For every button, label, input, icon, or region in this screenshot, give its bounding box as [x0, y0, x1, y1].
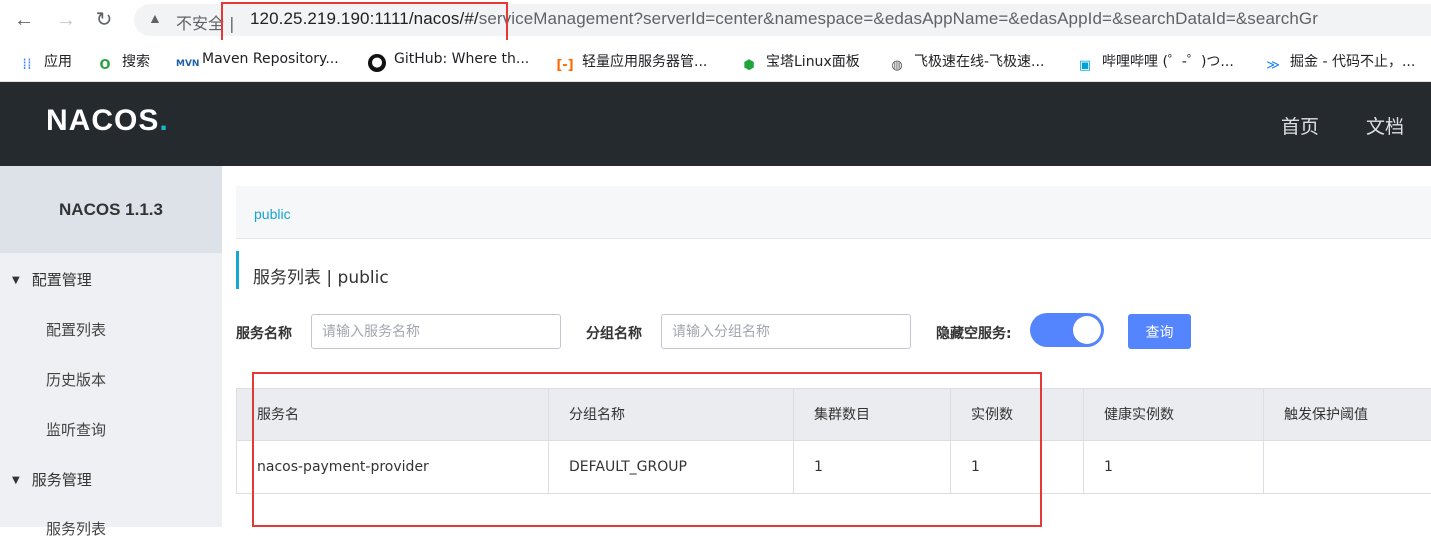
namespace-link-public[interactable]: public — [254, 206, 291, 222]
query-button[interactable]: 查询 — [1128, 314, 1191, 349]
sidebar-group-service[interactable]: ▼ 服务管理 — [12, 469, 92, 490]
group-name-label: 分组名称 — [586, 326, 642, 342]
highlight-box-table — [252, 372, 1042, 527]
bookmark-juejin[interactable]: ≫ 掘金 - 代码不止，... — [1264, 51, 1415, 73]
warning-icon: ▲ — [148, 10, 162, 26]
search-o-icon: O — [99, 58, 111, 73]
bookmark-maven[interactable]: MVN Maven Repository... — [176, 51, 339, 71]
maven-icon: MVN — [176, 59, 200, 69]
browser-toolbar: ← → ↻ ▲ 不安全 | 120.25.219.190:1111/nacos/… — [0, 0, 1431, 40]
bt-icon: ⬢ — [743, 58, 755, 73]
cell-healthy-count: 1 — [1084, 441, 1264, 493]
aliyun-icon: [-] — [556, 58, 574, 73]
hide-empty-label: 隐藏空服务: — [936, 326, 1012, 342]
nav-home-link[interactable]: 首页 — [1281, 112, 1319, 139]
reload-icon[interactable]: ↻ — [92, 8, 116, 32]
group-name-input[interactable] — [661, 314, 911, 349]
nacos-logo[interactable]: NACOS. — [46, 104, 169, 138]
back-arrow-icon[interactable]: ← — [12, 8, 36, 32]
hide-empty-toggle[interactable] — [1030, 313, 1104, 347]
col-header-threshold: 触发保护阈值 — [1264, 389, 1431, 440]
bilibili-icon: ▣ — [1078, 58, 1092, 73]
toggle-knob — [1073, 316, 1101, 344]
globe-icon: ◍ — [891, 58, 903, 73]
page-title-block: 服务列表 | public — [236, 251, 389, 289]
bookmark-feijisu[interactable]: ◍ 飞极速在线-飞极速... — [888, 51, 1044, 73]
sidebar-item-history[interactable]: 历史版本 — [46, 369, 106, 390]
bookmark-aliyun[interactable]: [-] 轻量应用服务器管... — [556, 51, 707, 73]
bookmark-github[interactable]: ● GitHub: Where th... — [368, 51, 529, 72]
caret-down-icon: ▼ — [12, 475, 20, 486]
bookmark-search[interactable]: O 搜索 — [96, 51, 150, 73]
sidebar-item-config-list[interactable]: 配置列表 — [46, 319, 106, 340]
cell-threshold — [1264, 441, 1431, 493]
bookmark-apps[interactable]: ⁞⁞ 应用 — [18, 51, 72, 73]
sidebar-item-listener[interactable]: 监听查询 — [46, 419, 106, 440]
sidebar: NACOS 1.1.3 ▼ 配置管理 配置列表 历史版本 监听查询 ▼ 服务管理 服… — [0, 166, 222, 538]
page-title: 服务列表 | public — [253, 268, 389, 288]
juejin-icon: ≫ — [1266, 58, 1280, 73]
sidebar-group-config[interactable]: ▼ 配置管理 — [12, 269, 92, 290]
bookmarks-bar: ⁞⁞ 应用 O 搜索 MVN Maven Repository... ● GitHub:… — [0, 40, 1431, 82]
col-header-healthy-count: 健康实例数 — [1084, 389, 1264, 440]
bookmark-bilibili[interactable]: ▣ 哔哩哔哩 (゜-゜)つ... — [1076, 51, 1234, 73]
caret-down-icon: ▼ — [12, 275, 20, 286]
forward-arrow-icon[interactable]: → — [54, 8, 78, 32]
namespace-bar: public — [236, 186, 1431, 239]
service-name-label: 服务名称 — [236, 326, 292, 342]
service-name-input[interactable] — [311, 314, 561, 349]
github-icon: ● — [368, 54, 386, 72]
sidebar-item-service-list[interactable]: 服务列表 — [46, 518, 106, 539]
sidebar-title: NACOS 1.1.3 — [0, 166, 222, 253]
apps-grid-icon: ⁞⁞ — [22, 55, 32, 73]
bookmark-bt[interactable]: ⬢ 宝塔Linux面板 — [740, 51, 859, 73]
app-header: NACOS. 首页 文档 — [0, 82, 1431, 166]
nav-docs-link[interactable]: 文档 — [1366, 112, 1404, 139]
